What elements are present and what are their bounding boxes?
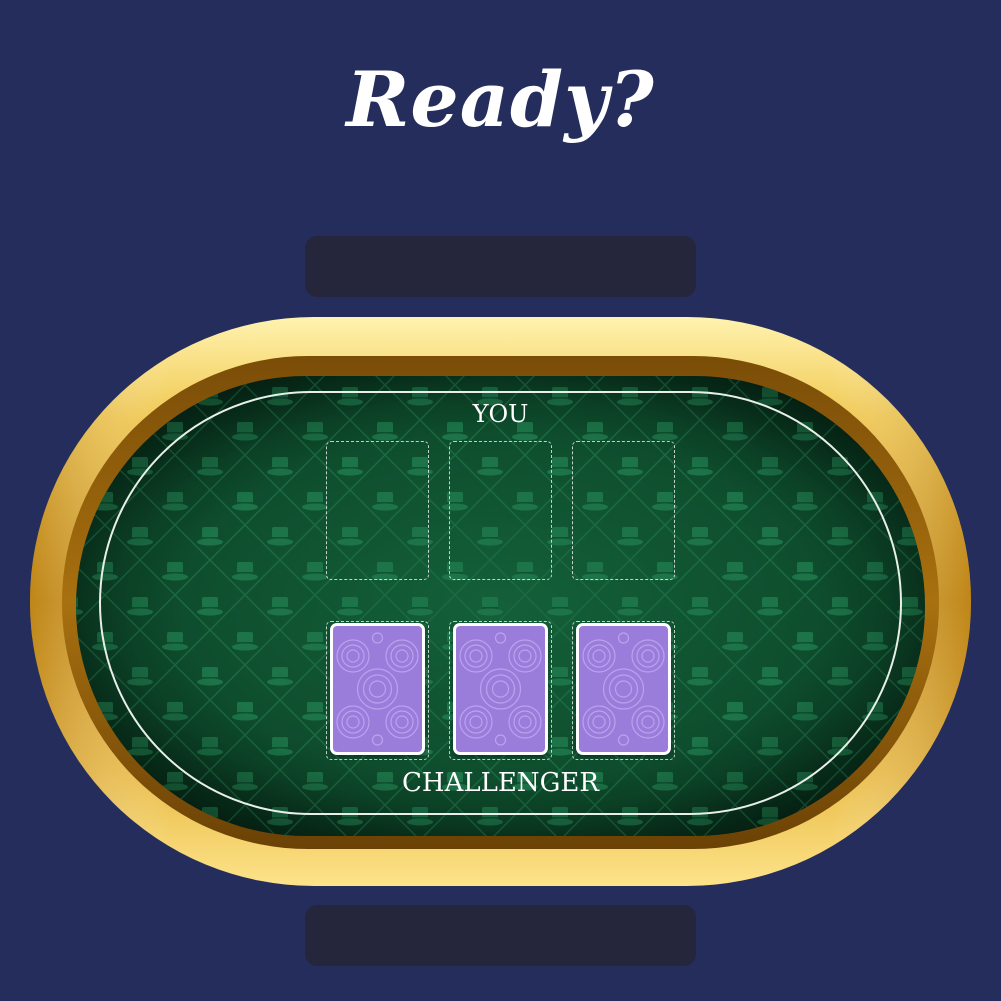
card-back-pattern-icon — [333, 626, 422, 752]
player-card-slot[interactable] — [326, 441, 429, 580]
player-card-slot[interactable] — [572, 441, 675, 580]
player-card-slot[interactable] — [449, 441, 552, 580]
opponent-card-back — [453, 623, 548, 755]
opponent-label: CHALLENGER — [402, 768, 599, 798]
card-back-pattern-icon — [579, 626, 668, 752]
card-back-pattern-icon — [456, 626, 545, 752]
opponent-info-bar — [305, 905, 696, 966]
opponent-card-back — [576, 623, 671, 755]
opponent-card-back — [330, 623, 425, 755]
player-label: YOU — [472, 400, 529, 428]
